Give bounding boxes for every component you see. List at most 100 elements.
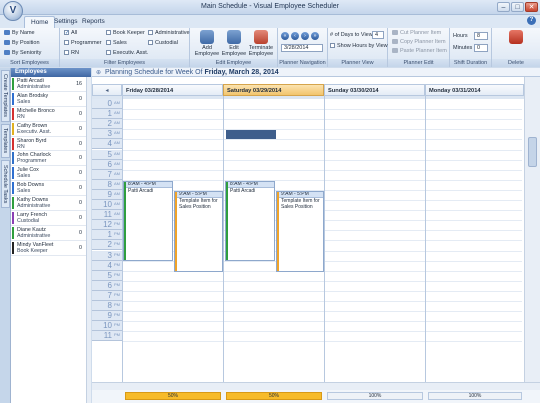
next-icon[interactable]: › xyxy=(301,32,309,40)
hours-stepper[interactable]: 8 xyxy=(474,32,488,40)
add-employee-button[interactable]: Add Employee xyxy=(194,30,220,57)
filter-administrative-checkbox[interactable]: Administrative xyxy=(148,30,190,37)
hour-number: 1 xyxy=(107,109,112,119)
show-hours-checkbox[interactable]: Show Hours by View xyxy=(330,43,388,50)
employee-name: Larry French xyxy=(17,212,48,219)
schedule-vertical-scrollbar[interactable] xyxy=(524,77,540,382)
employee-row[interactable]: Kathy Downs Administrative 0 xyxy=(11,196,86,212)
hours-label: Hours xyxy=(453,33,468,39)
employee-row[interactable]: John Charlock Programmer 0 xyxy=(11,151,86,167)
employee-color-bar xyxy=(12,92,14,105)
employee-row[interactable]: Michelle Bronco RN 0 xyxy=(11,107,86,122)
filter-exec-asst-checkbox[interactable]: Executiv. Asst. xyxy=(106,50,148,57)
planner-date-picker[interactable]: 3/28/2014 xyxy=(281,44,323,52)
employee-row[interactable]: Patti Arcadi Administrative 16 xyxy=(11,77,86,92)
ribbon-tabs: Home Settings Reports ? xyxy=(0,15,540,28)
employee-row[interactable]: Bob Downs Sales 0 xyxy=(11,181,86,197)
tab-schedule-tasks[interactable]: Schedule Tasks xyxy=(1,160,10,208)
shift-event[interactable]: 8:AM - 4:PM Patti Arcadi xyxy=(123,181,173,261)
sort-by-position-button[interactable]: By Position xyxy=(4,40,40,47)
employee-role: Sales xyxy=(17,188,31,195)
hour-gridline xyxy=(122,280,522,282)
first-page-icon[interactable]: « xyxy=(281,32,289,40)
employee-name: Julie Cox xyxy=(17,167,39,174)
edit-user-icon xyxy=(227,30,241,44)
filter-sales-checkbox[interactable]: Sales xyxy=(106,40,127,47)
employee-role: Executiv. Asst. xyxy=(17,128,52,135)
close-icon[interactable]: ✕ xyxy=(525,2,538,12)
employee-row[interactable]: Cathy Brown Executiv. Asst. 0 xyxy=(11,122,86,137)
sort-icon xyxy=(4,40,10,46)
employee-row[interactable]: Mindy VanFleet Book Keeper 0 xyxy=(11,241,86,256)
employee-list-scrollbar[interactable] xyxy=(86,77,91,403)
day-header[interactable]: Monday 03/31/2014 xyxy=(425,84,524,96)
cut-planner-item-button[interactable]: Cut Planner Item xyxy=(392,30,441,37)
tab-templates[interactable]: Templates xyxy=(1,124,10,158)
event-text: Patti Arcadi xyxy=(128,188,154,194)
hour-suffix: AM xyxy=(114,201,120,206)
tab-create-templates[interactable]: Create Templates xyxy=(1,70,10,122)
minutes-stepper[interactable]: 0 xyxy=(474,44,488,52)
hour-number: 6 xyxy=(107,159,112,169)
hour-label: 7 PM xyxy=(92,290,122,301)
hour-gridline xyxy=(122,149,522,151)
hour-suffix: PM xyxy=(114,281,120,287)
employee-name: Cathy Brown xyxy=(17,122,48,129)
employee-shift-count: 0 xyxy=(79,215,82,222)
last-page-icon[interactable]: » xyxy=(311,32,319,40)
hour-gridline xyxy=(122,179,522,181)
filter-book-keeper-checkbox[interactable]: Book Keeper xyxy=(106,30,145,37)
blocked-time-block[interactable] xyxy=(226,130,276,139)
employee-row[interactable]: Diane Kautz Administrative 0 xyxy=(11,226,86,241)
hour-suffix: PM xyxy=(114,302,120,307)
days-to-view-label: # of Days to View xyxy=(330,32,373,38)
filter-all-checkbox[interactable]: ✓ All xyxy=(64,30,77,37)
tab-reports[interactable]: Reports xyxy=(76,16,111,28)
day-header-today[interactable]: Saturday 03/29/2014 xyxy=(223,84,324,96)
edit-employee-button[interactable]: Edit Employee xyxy=(221,30,247,57)
hour-suffix: PM xyxy=(114,221,120,227)
shift-event[interactable]: 9:AM - 5:PM Template Item for Sales Posi… xyxy=(276,191,324,272)
filter-custodial-checkbox[interactable]: Custodial xyxy=(148,40,178,47)
sort-by-name-button[interactable]: By Name xyxy=(4,30,35,37)
hour-suffix: PM xyxy=(114,312,120,318)
hour-label: 7 AM xyxy=(92,169,122,180)
app-menu-button[interactable]: V xyxy=(3,1,23,21)
hour-gridline xyxy=(122,321,522,323)
employee-row[interactable]: Larry French Custodial 0 xyxy=(11,211,86,226)
hour-number: 11 xyxy=(103,331,112,341)
hour-label: 4 PM xyxy=(92,260,122,271)
minimize-icon[interactable]: – xyxy=(497,2,510,12)
copy-icon xyxy=(392,39,398,45)
employee-color-bar xyxy=(12,78,14,90)
group-label: Filter Employees xyxy=(60,59,189,67)
employee-row[interactable]: Alan Brodsky Sales 0 xyxy=(11,92,86,107)
maximize-icon[interactable]: □ xyxy=(511,2,524,12)
days-to-view-stepper[interactable]: 4 xyxy=(372,31,384,39)
shift-event[interactable]: 8:AM - 4:PM Patti Arcadi xyxy=(225,181,275,261)
delete-button[interactable] xyxy=(503,30,529,45)
employee-color-bar xyxy=(12,212,14,225)
shift-event[interactable]: 9:AM - 5:PM Template Item for Sales Posi… xyxy=(174,191,223,272)
hour-number: 9 xyxy=(107,311,112,321)
copy-planner-item-button[interactable]: Copy Planner Item xyxy=(392,39,446,46)
paste-planner-item-button[interactable]: Paste Planner Item xyxy=(392,48,447,55)
employee-row[interactable]: Sharon Byrd RN 0 xyxy=(11,137,86,152)
filter-rn-checkbox[interactable]: RN xyxy=(64,50,79,57)
day-header[interactable]: Friday 03/28/2014 xyxy=(122,84,223,96)
employee-name: Mindy VanFleet xyxy=(17,241,54,248)
day-header[interactable]: Sunday 03/30/2014 xyxy=(324,84,425,96)
employee-name: Michelle Bronco xyxy=(17,107,55,114)
previous-icon[interactable]: ‹ xyxy=(291,32,299,40)
scrollbar-thumb[interactable] xyxy=(528,137,537,167)
schedule-horizontal-scrollbar[interactable] xyxy=(92,382,540,390)
help-icon[interactable]: ? xyxy=(527,16,536,25)
employee-row[interactable]: Julie Cox Sales 0 xyxy=(11,166,86,182)
hour-label: 3 PM xyxy=(92,250,122,261)
terminate-employee-button[interactable]: Terminate Employee xyxy=(248,30,274,57)
filter-programmer-checkbox[interactable]: Programmer xyxy=(64,40,102,47)
day-scroll-left-icon[interactable]: ◂ xyxy=(92,84,122,96)
employee-name: Sharon Byrd xyxy=(17,137,47,144)
sort-by-seniority-button[interactable]: By Seniority xyxy=(4,50,41,57)
employees-panel: Employees Patti Arcadi Administrative 16 Al… xyxy=(11,68,91,403)
